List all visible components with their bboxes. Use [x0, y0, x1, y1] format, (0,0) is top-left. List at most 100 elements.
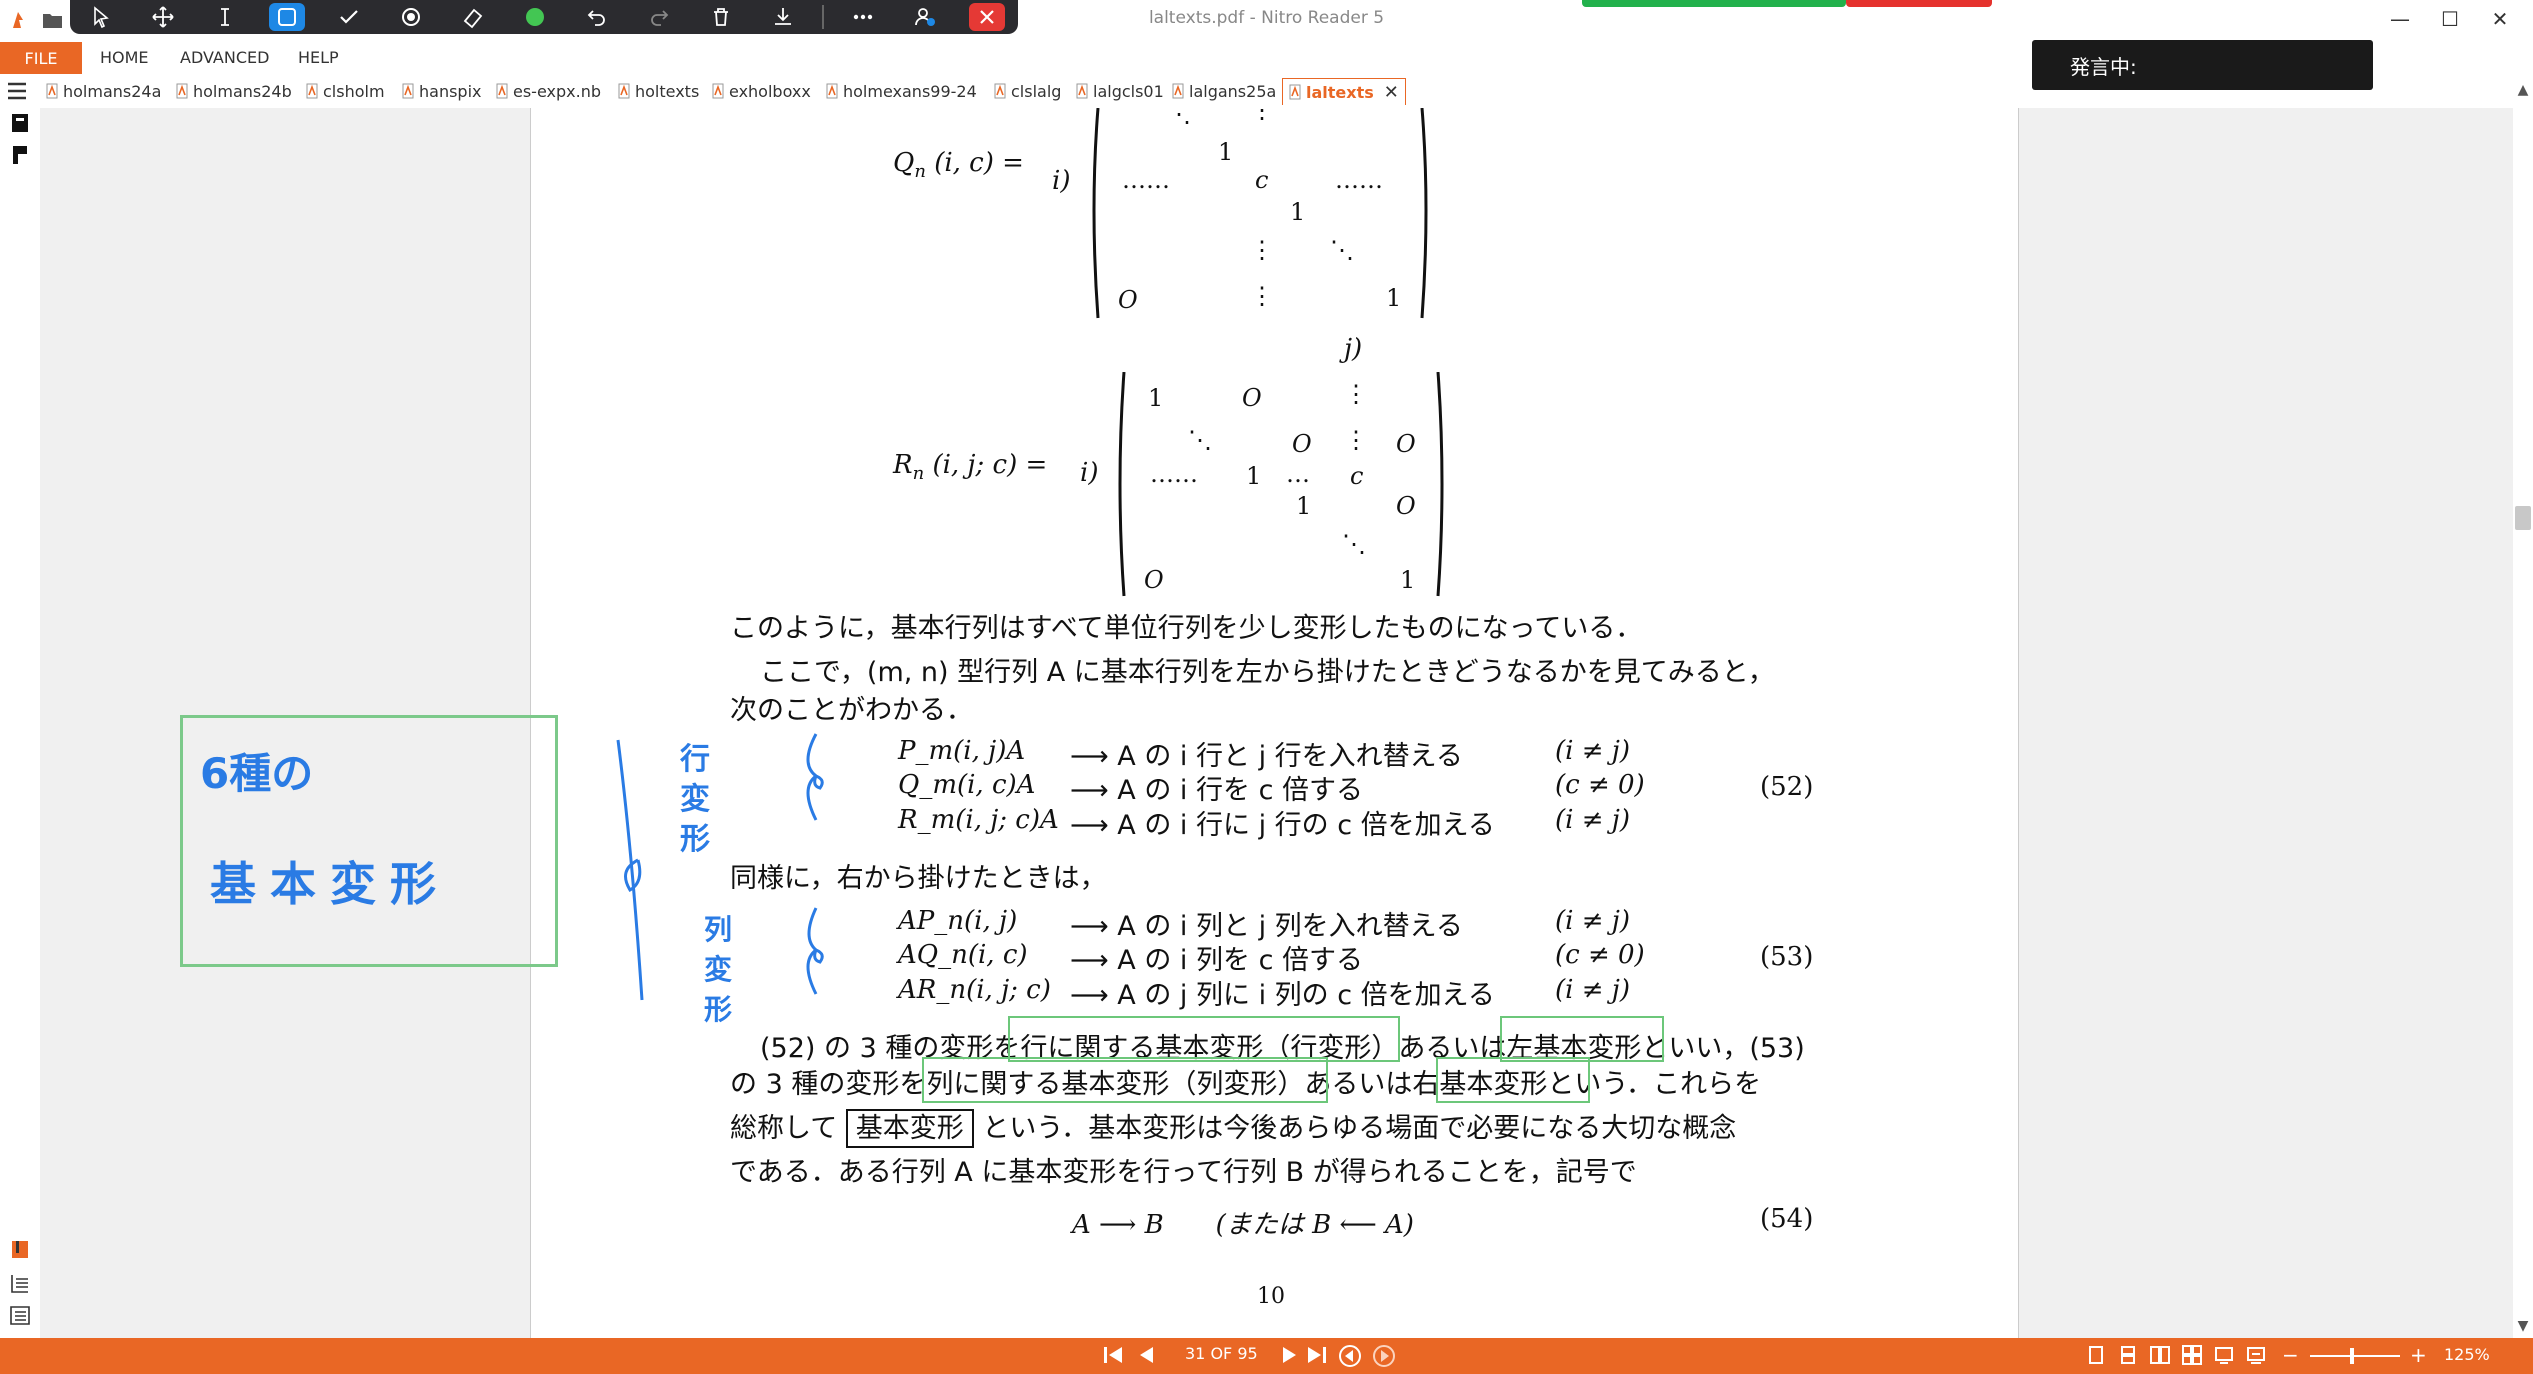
- comments-panel-icon[interactable]: [8, 1272, 32, 1294]
- tab-exholboxx[interactable]: exholboxx: [712, 78, 811, 104]
- zoom-slider-knob[interactable]: [2350, 1348, 2354, 1364]
- svg-text:1: 1: [1218, 138, 1233, 166]
- q-matrix-body: ⋱ ⋮ 1 …… c …… 1 ⋮ ⋱ O ⋮ 1: [1092, 108, 1428, 319]
- bookmarks-panel-icon[interactable]: [8, 144, 32, 166]
- move-icon: [152, 6, 174, 28]
- svg-text:⋮: ⋮: [1250, 282, 1274, 310]
- text-cursor-icon: [221, 8, 229, 26]
- q-row-label: i): [1052, 166, 1071, 196]
- single-page-view-icon[interactable]: [2086, 1345, 2106, 1365]
- text-tool[interactable]: [207, 3, 243, 31]
- tab-lalgans25a[interactable]: lalgans25a: [1172, 78, 1276, 104]
- tab-es-expx[interactable]: es-expx.nb: [496, 78, 601, 104]
- facing-view-icon[interactable]: [2150, 1345, 2170, 1365]
- panel-toggle-icon[interactable]: [6, 80, 28, 102]
- svg-text:O: O: [1396, 492, 1416, 520]
- eraser-tool[interactable]: [455, 3, 491, 31]
- page-indicator[interactable]: 31 OF 95: [1185, 1344, 1258, 1363]
- highlight-column-transform[interactable]: [922, 1057, 1328, 1103]
- pdf-file-icon: [176, 83, 188, 99]
- more-dots-icon: [853, 14, 873, 20]
- file-menu[interactable]: FILE: [0, 42, 82, 74]
- redo-button[interactable]: [641, 3, 677, 31]
- tab-label: lalgans25a: [1189, 81, 1277, 101]
- tab-laltexts[interactable]: laltexts ✕: [1282, 78, 1406, 105]
- svg-text:O: O: [1118, 286, 1138, 314]
- close-window-button[interactable]: ✕: [2475, 4, 2525, 34]
- home-menu[interactable]: HOME: [100, 48, 149, 67]
- pdf-file-icon: [994, 83, 1006, 99]
- zoom-level[interactable]: 125%: [2444, 1345, 2490, 1364]
- svg-text:……: ……: [1122, 166, 1170, 194]
- advanced-menu[interactable]: ADVANCED: [180, 48, 269, 67]
- svg-text:O: O: [1396, 430, 1416, 458]
- zoom-in-icon[interactable]: +: [2410, 1343, 2427, 1367]
- svg-text:1: 1: [1296, 492, 1311, 520]
- tab-label: es-expx.nb: [513, 81, 601, 101]
- highlight-right-transform[interactable]: [1436, 1057, 1590, 1103]
- eq52-row2-rhs: ⟶ A の i 行を c 倍する: [1070, 775, 1364, 806]
- color-picker[interactable]: [517, 3, 553, 31]
- undo-icon: [587, 10, 605, 26]
- more-button[interactable]: [845, 3, 881, 31]
- svg-text:1: 1: [1290, 198, 1305, 226]
- scroll-down-icon[interactable]: ▼: [2513, 1318, 2533, 1334]
- pdf-file-icon: [826, 83, 838, 99]
- maximize-button[interactable]: ☐: [2425, 4, 2475, 34]
- scroll-up-icon[interactable]: ▲: [2513, 82, 2533, 98]
- undo-button[interactable]: [579, 3, 615, 31]
- highlight-row-transform[interactable]: [1008, 1016, 1400, 1062]
- check-tool[interactable]: [331, 3, 367, 31]
- svg-text:⋮: ⋮: [1250, 236, 1274, 264]
- highlighter-tool[interactable]: [393, 3, 429, 31]
- previous-page-icon[interactable]: [1136, 1345, 1156, 1365]
- highlight-left-transform[interactable]: [1500, 1016, 1664, 1062]
- first-page-icon[interactable]: [1102, 1345, 1124, 1365]
- scrollbar-thumb[interactable]: [2515, 506, 2531, 530]
- tab-holtexts[interactable]: holtexts: [618, 78, 699, 104]
- tab-clslalg[interactable]: clslalg: [994, 78, 1061, 104]
- zoom-slider-track[interactable]: [2310, 1355, 2400, 1357]
- tab-lalgcls01[interactable]: lalgcls01: [1076, 78, 1164, 104]
- save-button[interactable]: [765, 3, 801, 31]
- previous-view-icon[interactable]: [1338, 1344, 1362, 1368]
- close-tab-icon[interactable]: ✕: [1384, 82, 1399, 103]
- tab-clsholm[interactable]: clsholm: [306, 78, 385, 104]
- delete-button[interactable]: [703, 3, 739, 31]
- meeting-progress-green: [1582, 0, 1846, 7]
- output-panel-icon[interactable]: [8, 1304, 32, 1326]
- close-icon: [980, 10, 994, 24]
- help-menu[interactable]: HELP: [298, 48, 339, 67]
- pointer-tool[interactable]: [83, 3, 119, 31]
- r-matrix-body: 1 O ⋮ ⋱ O ⋮ O …… 1 … c 1 O ⋱ O 1: [1118, 372, 1444, 597]
- trash-icon: [714, 8, 728, 26]
- rectangle-tool[interactable]: [269, 3, 305, 31]
- facing-continuous-view-icon[interactable]: [2182, 1345, 2202, 1365]
- r-matrix-lhs: Rn (i, j; c) =: [893, 450, 1048, 485]
- tab-holmans24b[interactable]: holmans24b: [176, 78, 292, 104]
- fullscreen-icon[interactable]: [2246, 1345, 2266, 1365]
- next-view-icon[interactable]: [1372, 1344, 1396, 1368]
- share-button[interactable]: [907, 3, 943, 31]
- continuous-view-icon[interactable]: [2118, 1345, 2138, 1365]
- attachments-panel-icon[interactable]: [8, 1238, 32, 1260]
- minimize-button[interactable]: —: [2375, 4, 2425, 34]
- move-tool[interactable]: [145, 3, 181, 31]
- eq54: A ⟶ B (または B ⟵ A): [1072, 1210, 1414, 1240]
- pdf-file-icon: [1076, 83, 1088, 99]
- close-pen-toolbar-button[interactable]: [968, 3, 1005, 31]
- tab-holmans24a[interactable]: holmans24a: [46, 78, 161, 104]
- pages-panel-icon[interactable]: [8, 112, 32, 134]
- zoom-out-icon[interactable]: −: [2282, 1343, 2299, 1367]
- vertical-scrollbar[interactable]: [2513, 76, 2533, 1338]
- download-icon: [775, 8, 791, 25]
- handwritten-note-line1: 6種の: [200, 749, 314, 798]
- eq52-row3-lhs: R_m(i, j; c)A: [898, 805, 1059, 835]
- next-page-icon[interactable]: [1280, 1345, 1300, 1365]
- eq52-number: (52): [1760, 772, 1814, 802]
- tab-holmexans99-24[interactable]: holmexans99-24: [826, 78, 977, 104]
- tab-label: laltexts: [1306, 82, 1374, 102]
- last-page-icon[interactable]: [1306, 1345, 1328, 1365]
- fit-width-icon[interactable]: [2214, 1345, 2234, 1365]
- tab-hanspix[interactable]: hanspix: [402, 78, 482, 104]
